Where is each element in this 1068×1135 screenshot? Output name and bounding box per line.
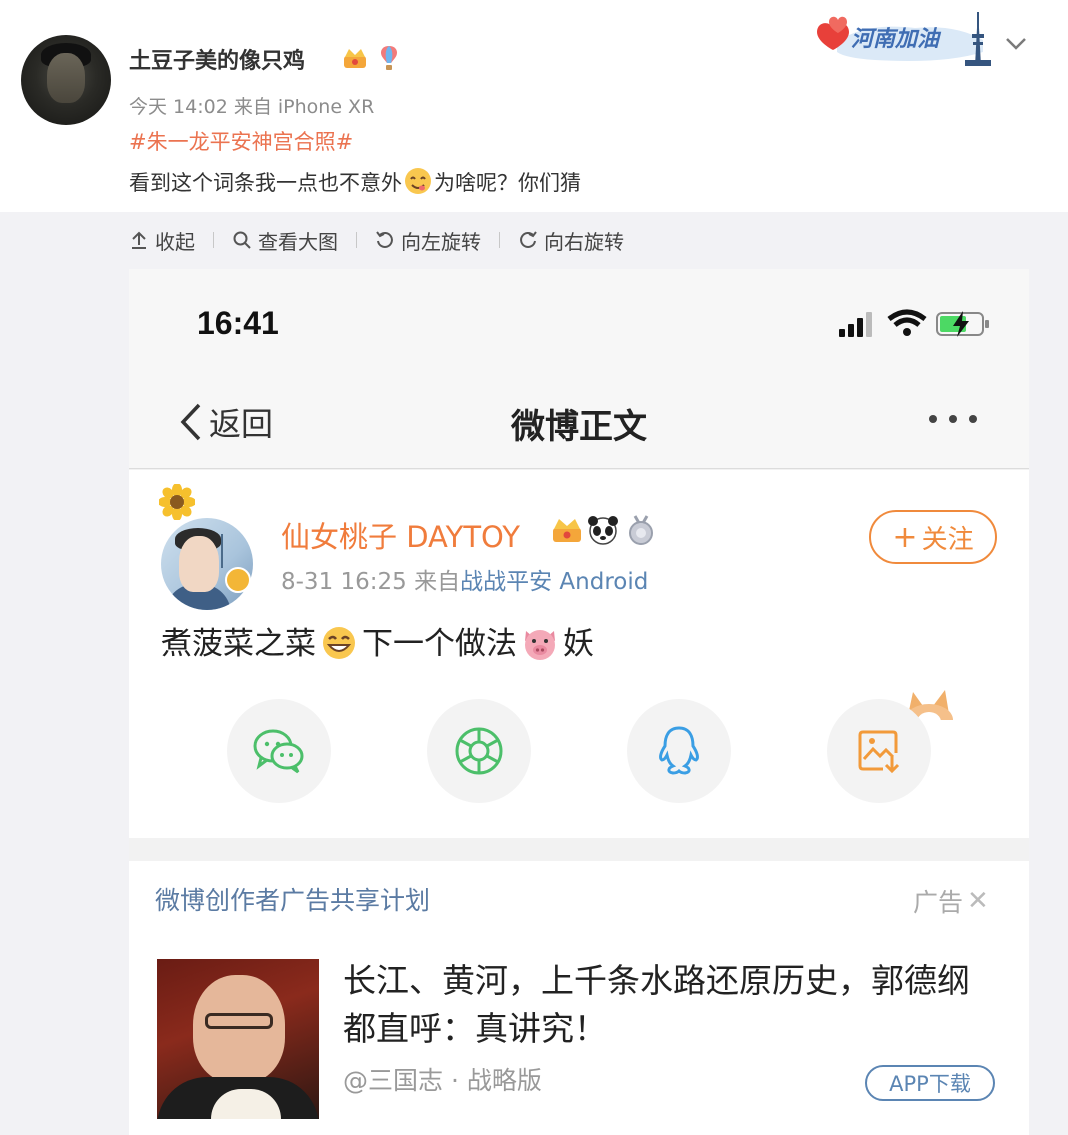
collapse-icon — [132, 231, 146, 249]
plus-icon: + — [892, 519, 918, 555]
pig-emoji-icon — [525, 630, 555, 660]
view-large-button[interactable]: 查看大图 — [232, 226, 338, 255]
author-badges — [553, 515, 653, 545]
divider — [499, 232, 500, 248]
phone-nav-bar: 返回 微博正文 — [129, 369, 1029, 469]
battery-charging-icon — [936, 311, 989, 337]
inner-avatar[interactable] — [161, 518, 253, 610]
ad-tag-label: 广告 — [913, 888, 964, 917]
phone-status-bar: 16:41 — [129, 269, 1029, 369]
divider — [213, 232, 214, 248]
grin-emoji-icon — [323, 627, 355, 659]
ad-program-title[interactable]: 微博创作者广告共享计划 — [155, 881, 430, 917]
chevron-down-icon[interactable] — [1004, 34, 1028, 54]
view-large-label: 查看大图 — [258, 229, 338, 254]
ad-close[interactable]: 广告 ✕ — [913, 883, 989, 919]
rotate-left-icon — [376, 231, 393, 248]
ad-headline[interactable]: 长江、黄河，上千条水路还原历史，郭德纲都直呼：真讲究！ — [343, 957, 993, 1053]
post-text-part2: 为啥呢？你们猜 — [434, 171, 581, 195]
moments-icon — [455, 727, 503, 775]
signal-icon — [839, 312, 872, 337]
share-wechat-button[interactable] — [227, 699, 331, 803]
inner-post-source[interactable]: 战战平安 Android — [460, 569, 648, 595]
inner-post-date: 8-31 16:25 — [281, 569, 407, 595]
wifi-icon — [887, 309, 927, 336]
henan-campaign-logo: 河南加油 — [817, 12, 991, 66]
app-download-button[interactable]: APP下载 — [865, 1065, 995, 1101]
verified-badge-icon — [225, 567, 251, 593]
collapse-button[interactable]: 收起 — [129, 226, 195, 255]
rotate-right-icon — [520, 231, 537, 248]
ad-source: @三国志 · 战略版 — [343, 1066, 542, 1095]
close-icon: ✕ — [967, 886, 989, 916]
more-options-icon[interactable] — [925, 409, 981, 429]
crown-badge-icon — [553, 519, 581, 542]
inner-author-name[interactable]: 仙女桃子 DAYTOY — [281, 514, 520, 556]
inner-text-part1: 煮菠菜之菜 — [161, 626, 316, 662]
post-text: 看到这个词条我一点也不意外 为啥呢？你们猜 — [129, 166, 581, 197]
medal-icon — [629, 515, 653, 545]
follow-button[interactable]: + 关注 — [869, 510, 997, 564]
yummy-emoji-icon — [405, 168, 431, 194]
rotate-left-label: 向左旋转 — [401, 229, 481, 254]
post-meta: 今天 14:02 来自 iPhone XR — [129, 96, 375, 118]
ad-card[interactable]: 微博创作者广告共享计划 广告 ✕ 长江、黄河，上千条水路还原历史，郭德纲都直呼：… — [129, 861, 1029, 1135]
ad-image[interactable] — [157, 959, 319, 1119]
search-icon — [233, 231, 251, 249]
crown-badge-icon — [344, 49, 366, 68]
rotate-left-button[interactable]: 向左旋转 — [375, 226, 481, 255]
panda-icon — [588, 516, 618, 545]
inner-post-text: 煮菠菜之菜 下一个做法 妖 — [161, 618, 594, 663]
divider — [356, 232, 357, 248]
share-qq-button[interactable] — [627, 699, 731, 803]
share-row — [129, 699, 1029, 809]
follow-label: 关注 — [921, 524, 974, 555]
rotate-right-button[interactable]: 向右旋转 — [518, 226, 624, 255]
username[interactable]: 土豆子美的像只鸡 — [129, 43, 305, 75]
status-icons — [839, 309, 989, 337]
post-text-part1: 看到这个词条我一点也不意外 — [129, 171, 402, 195]
inner-text-part3: 妖 — [563, 626, 594, 662]
sunflower-icon — [159, 484, 195, 520]
hashtag-link[interactable]: #朱一龙平安神宫合照# — [129, 126, 353, 156]
image-toolbar: 收起 查看大图 向左旋转 向右旋转 — [129, 226, 624, 254]
status-time: 16:41 — [197, 305, 279, 341]
qq-icon — [659, 726, 699, 775]
attached-screenshot[interactable]: 16:41 返回 微博正文 仙女桃子 DAYTOY 8-31 16:25 来自战… — [129, 269, 1029, 1135]
henan-logo-text: 河南加油 — [851, 27, 942, 52]
wechat-icon — [253, 729, 304, 774]
share-moments-button[interactable] — [427, 699, 531, 803]
post-header: 土豆子美的像只鸡 今天 14:02 来自 iPhone XR #朱一龙平安神宫合… — [0, 0, 1068, 212]
save-image-button[interactable] — [827, 699, 931, 803]
inner-post-meta: 8-31 16:25 来自战战平安 Android — [281, 562, 648, 596]
inner-post-card: 仙女桃子 DAYTOY 8-31 16:25 来自战战平安 Android + … — [129, 470, 1029, 838]
save-image-icon — [858, 730, 900, 774]
collapse-label: 收起 — [155, 229, 195, 254]
rotate-right-label: 向右旋转 — [544, 229, 624, 254]
inner-text-part2: 下一个做法 — [362, 626, 517, 662]
inner-post-source-prefix: 来自 — [414, 569, 461, 595]
user-avatar[interactable] — [21, 35, 111, 125]
balloon-badge-icon — [381, 46, 397, 70]
nav-title: 微博正文 — [511, 407, 647, 447]
